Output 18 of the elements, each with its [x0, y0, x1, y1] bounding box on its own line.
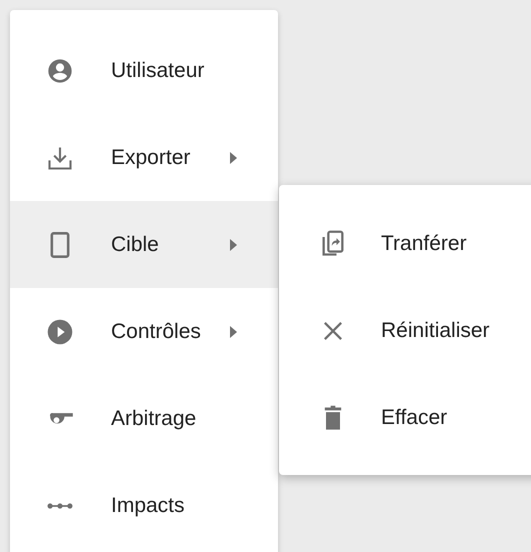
account-icon	[46, 56, 74, 84]
menu-item[interactable]: Arbitrage	[10, 375, 278, 462]
submenu-item-label: Effacer	[381, 406, 448, 430]
play-icon	[46, 318, 74, 346]
menu-item[interactable]: Utilisateur	[10, 27, 278, 114]
menu-item-label: Utilisateur	[111, 58, 206, 82]
submenu-item-label: Tranférer	[381, 232, 468, 256]
menu-item[interactable]: Contrôles	[10, 288, 278, 375]
submenu-item-label: Réinitialiser	[381, 318, 491, 342]
menu-item[interactable]: Exporter	[10, 114, 278, 201]
menu-item-label: Contrôles	[111, 320, 202, 344]
menu-item[interactable]: Impacts	[10, 462, 278, 549]
menu-item-label: Cible	[111, 232, 160, 256]
menu-item[interactable]: Cible	[10, 201, 278, 288]
menu-item-label: Arbitrage	[111, 406, 198, 430]
menu-item-label: Impacts	[111, 494, 186, 518]
dots-line-icon	[46, 502, 74, 508]
menu-item-label: Exporter	[111, 146, 192, 170]
